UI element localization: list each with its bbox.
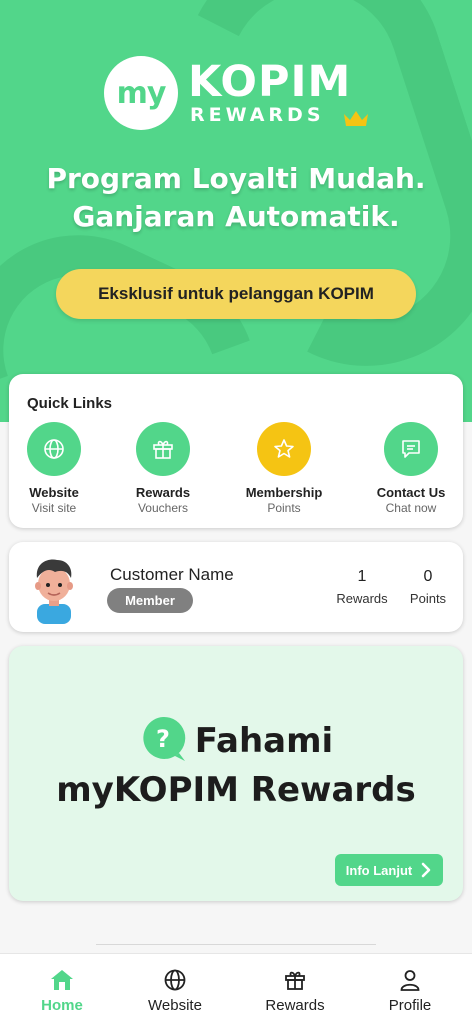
- logo-my-circle: my: [104, 56, 178, 130]
- home-icon: [3, 966, 121, 994]
- headline-line-1: Program Loyalti Mudah.: [46, 162, 426, 195]
- globe-icon: [27, 422, 81, 476]
- points-stat: 0 Points: [405, 568, 451, 606]
- nav-label: Rewards: [265, 997, 325, 1014]
- exclusive-pill: Eksklusif untuk pelanggan KOPIM: [56, 269, 416, 319]
- learn-more-card[interactable]: ? Fahami myKOPIM Rewards Info Lanjut: [9, 646, 463, 901]
- quick-link-contact[interactable]: Contact Us Chat now: [356, 422, 466, 515]
- globe-icon: [116, 966, 234, 994]
- crown-icon: [344, 111, 368, 126]
- rewards-count: 1: [357, 568, 367, 585]
- nav-website[interactable]: Website: [116, 966, 234, 1014]
- customer-name: Customer Name: [110, 565, 234, 584]
- nav-rewards[interactable]: Rewards: [236, 966, 354, 1014]
- star-icon: [257, 422, 311, 476]
- mykopim-rewards-logo: my KOPIM REWARDS: [104, 56, 368, 132]
- quick-link-sub: Points: [267, 501, 301, 515]
- chat-icon: [384, 422, 438, 476]
- learn-line-1: Fahami: [194, 721, 334, 761]
- quick-link-website[interactable]: Website Visit site: [0, 422, 109, 515]
- rewards-label: Rewards: [336, 591, 388, 606]
- gift-icon: [236, 966, 354, 994]
- quick-links-card: Quick Links Website Visit site Rewards V…: [9, 374, 463, 528]
- quick-link-sub: Chat now: [385, 501, 437, 515]
- gift-icon: [136, 422, 190, 476]
- hero-headline: Program Loyalti Mudah. Ganjaran Automati…: [0, 160, 472, 236]
- quick-link-membership[interactable]: Membership Points: [229, 422, 339, 515]
- divider: [96, 944, 376, 945]
- bottom-nav: Home Website Rewards Profile: [0, 953, 472, 1024]
- info-lanjut-button[interactable]: Info Lanjut: [335, 854, 443, 886]
- headline-line-2: Ganjaran Automatik.: [72, 200, 400, 233]
- quick-link-label: Contact Us: [376, 485, 446, 500]
- quick-link-sub: Visit site: [31, 501, 77, 515]
- avatar: [35, 559, 73, 624]
- nav-profile[interactable]: Profile: [351, 966, 469, 1014]
- info-lanjut-label: Info Lanjut: [345, 862, 413, 878]
- quick-link-rewards[interactable]: Rewards Vouchers: [108, 422, 218, 515]
- points-count: 0: [423, 568, 433, 585]
- points-label: Points: [409, 591, 447, 606]
- logo-brand-text: KOPIM: [188, 57, 352, 107]
- quick-link-sub: Vouchers: [137, 501, 189, 515]
- quick-link-label: Membership: [245, 485, 323, 500]
- customer-card[interactable]: Customer Name Member 1 Rewards 0 Points: [9, 542, 463, 632]
- quick-links-title: Quick Links: [27, 395, 113, 412]
- chevron-right-icon: [421, 862, 431, 878]
- nav-label: Website: [148, 997, 202, 1014]
- quick-link-label: Website: [29, 485, 79, 500]
- learn-heading: ? Fahami myKOPIM Rewards: [9, 716, 463, 813]
- svg-text:?: ?: [156, 725, 170, 753]
- logo-rewards-text: REWARDS: [190, 104, 325, 126]
- nav-home[interactable]: Home: [3, 966, 121, 1014]
- nav-label: Home: [41, 997, 83, 1014]
- hero-banner: my KOPIM REWARDS Program Loyalti Mudah. …: [0, 0, 472, 422]
- membership-badge: Member: [107, 588, 193, 613]
- question-icon: ?: [143, 716, 186, 761]
- nav-label: Profile: [388, 997, 432, 1014]
- app-screen: my KOPIM REWARDS Program Loyalti Mudah. …: [0, 0, 472, 1024]
- quick-link-label: Rewards: [135, 485, 191, 500]
- user-icon: [351, 966, 469, 994]
- rewards-stat: 1 Rewards: [336, 568, 388, 606]
- learn-line-2: myKOPIM Rewards: [56, 769, 416, 810]
